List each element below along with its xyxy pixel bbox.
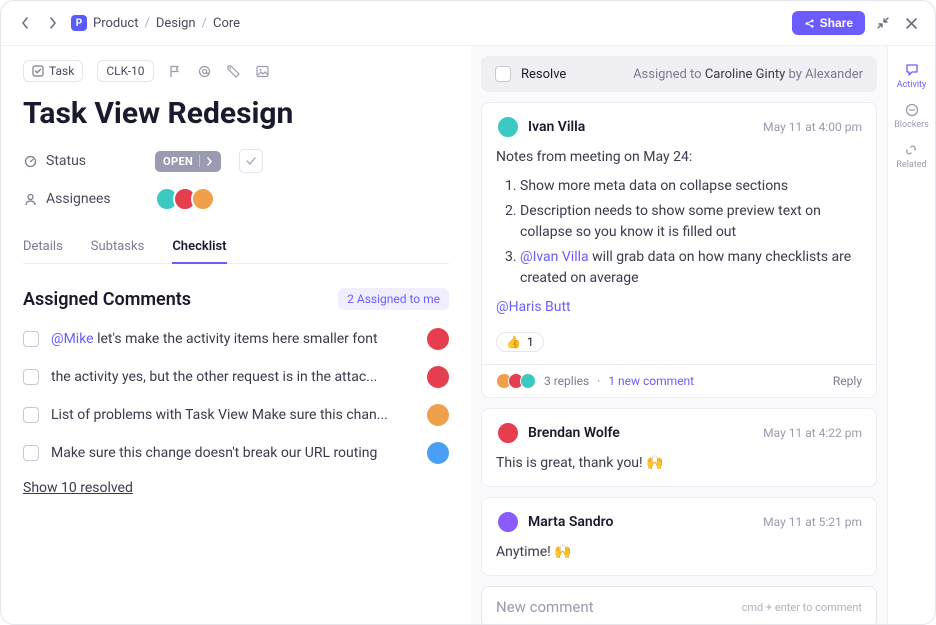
timestamp: May 11 at 5:21 pm [763,515,862,529]
image-icon[interactable] [255,64,270,79]
crumb-1[interactable]: Design [156,16,196,31]
comment-text: Make sure this change doesn't break our … [51,445,415,461]
timestamp: May 11 at 4:22 pm [763,426,862,440]
assigned-comments-title: Assigned Comments [23,289,191,310]
comment-body: Notes from meeting on May 24: Show more … [496,147,862,318]
close-icon[interactable] [901,17,921,30]
avatar[interactable] [191,187,215,211]
crumb-2[interactable]: Core [213,16,240,31]
nav-forward[interactable] [43,13,63,33]
avatar[interactable] [496,115,520,139]
tab-checklist[interactable]: Checklist [172,231,226,264]
person-icon [23,192,38,207]
avatar[interactable] [427,328,449,350]
checkbox[interactable] [23,369,39,385]
comment-thread: Brendan Wolfe May 11 at 4:22 pm This is … [481,408,877,487]
comment-body: Anytime! 🙌 [496,542,862,563]
avatar[interactable] [427,366,449,388]
comment-text: the activity yes, but the other request … [51,369,415,385]
status-complete-checkbox[interactable] [239,149,263,173]
comment-text: List of problems with Task View Make sur… [51,407,415,423]
chevron-right-icon [206,157,213,166]
show-resolved-link[interactable]: Show 10 resolved [23,480,449,496]
crumb-0[interactable]: Product [93,16,138,31]
reply-avatars [496,373,536,389]
comment-composer[interactable]: New comment cmd + enter to comment [481,586,877,625]
comment-row[interactable]: @Mike let's make the activity items here… [23,328,449,350]
comment-thread: Marta Sandro May 11 at 5:21 pm Anytime! … [481,497,877,576]
rail-blockers[interactable]: Blockers [894,98,929,134]
avatar[interactable] [496,510,520,534]
author-name: Brendan Wolfe [528,425,620,441]
assignee-avatars[interactable] [155,187,215,211]
status-label: Status [46,153,86,169]
comment-row[interactable]: Make sure this change doesn't break our … [23,442,449,464]
mention-icon[interactable] [197,64,212,79]
author-name: Marta Sandro [528,514,613,530]
composer-placeholder: New comment [496,598,594,616]
share-icon [804,18,815,29]
rail-activity[interactable]: Activity [897,58,926,94]
task-title: Task View Redesign [23,96,449,131]
checkbox[interactable] [23,331,39,347]
timestamp: May 11 at 4:00 pm [763,120,862,134]
blocker-icon [904,102,920,118]
replies-count[interactable]: 3 replies [544,374,589,388]
nav-back[interactable] [15,13,35,33]
assigned-count-badge[interactable]: 2 Assigned to me [338,288,449,310]
avatar[interactable] [496,421,520,445]
checkbox[interactable] [23,407,39,423]
tag-icon[interactable] [226,64,241,79]
resolve-checkbox[interactable] [495,66,511,82]
reaction-pill[interactable]: 👍 1 [496,332,544,352]
assignees-label: Assignees [46,191,111,207]
comment-body: This is great, thank you! 🙌 [496,453,862,474]
status-pill[interactable]: OPEN [155,151,221,172]
avatar[interactable] [427,404,449,426]
tab-subtasks[interactable]: Subtasks [91,231,145,264]
composer-hint: cmd + enter to comment [742,601,862,614]
author-name: Ivan Villa [528,119,585,135]
tab-details[interactable]: Details [23,231,63,264]
related-icon [903,142,919,158]
reply-button[interactable]: Reply [833,374,862,388]
flag-icon[interactable] [168,64,183,79]
workspace-badge: P [71,15,87,31]
breadcrumb[interactable]: P Product / Design / Core [71,15,240,31]
rail-related[interactable]: Related [896,138,926,174]
task-type-chip[interactable]: Task [23,60,83,82]
task-id-chip[interactable]: CLK-10 [97,60,153,82]
check-square-icon [32,65,44,77]
minimize-icon[interactable] [873,16,893,30]
share-button[interactable]: Share [792,11,865,35]
comment-row[interactable]: the activity yes, but the other request … [23,366,449,388]
chat-icon [904,62,920,78]
status-icon [23,154,38,169]
new-comment-indicator[interactable]: 1 new comment [608,374,694,388]
resolve-assigned: Assigned to Caroline Ginty by Alexander [633,67,863,82]
avatar[interactable] [427,442,449,464]
resolve-label: Resolve [521,67,566,82]
resolve-bar: Resolve Assigned to Caroline Ginty by Al… [481,56,877,92]
comment-text: @Mike let's make the activity items here… [51,331,415,347]
comment-row[interactable]: List of problems with Task View Make sur… [23,404,449,426]
checkbox[interactable] [23,445,39,461]
comment-thread: Ivan Villa May 11 at 4:00 pm Notes from … [481,102,877,398]
